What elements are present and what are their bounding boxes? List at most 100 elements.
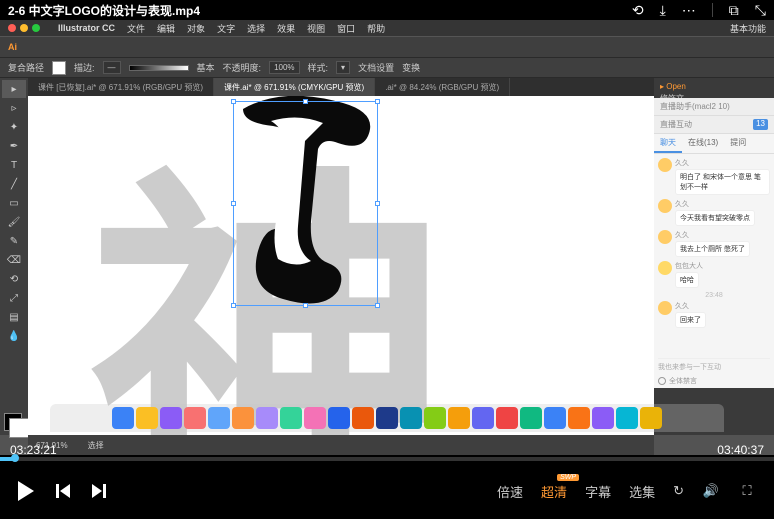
chat-messages: 久久明白了 和宋体一个意思 笔划不一样 久久今天我看有望突破零点 久久我去上个厕… [654, 154, 774, 336]
loop-icon[interactable]: ↻ [673, 483, 684, 499]
dock-app-icon[interactable] [112, 407, 134, 429]
dock-app-icon[interactable] [184, 407, 206, 429]
episode-button[interactable]: 选集 [629, 482, 655, 501]
color-swatches[interactable] [2, 411, 26, 433]
menu-select[interactable]: 选择 [247, 22, 265, 35]
selection-tool[interactable]: ▸ [2, 80, 26, 98]
opacity-value[interactable]: 100% [269, 61, 299, 74]
dock-app-icon[interactable] [520, 407, 542, 429]
dock-app-icon[interactable] [448, 407, 470, 429]
doc-setup-button[interactable]: 文档设置 [358, 61, 394, 74]
dock-app-icon[interactable] [568, 407, 590, 429]
chat-input[interactable]: 我也来参与一下互动 [658, 358, 770, 372]
style-drop[interactable]: ▾ [336, 61, 350, 74]
menu-view[interactable]: 视图 [307, 22, 325, 35]
handle-ml[interactable] [231, 201, 236, 206]
menu-window[interactable]: 窗口 [337, 22, 355, 35]
dock-app-icon[interactable] [304, 407, 326, 429]
pen-tool[interactable]: ✒ [2, 137, 26, 155]
more-icon[interactable]: ⋯ [682, 2, 696, 19]
volume-icon[interactable]: 🔊 [702, 482, 720, 500]
zoom-icon[interactable] [32, 24, 40, 32]
handle-br[interactable] [375, 303, 380, 308]
menu-file[interactable]: 文件 [127, 22, 145, 35]
gradient-tool[interactable]: ▤ [2, 308, 26, 326]
progress-bar[interactable] [0, 457, 774, 461]
next-button[interactable] [92, 484, 106, 498]
dock-app-icon[interactable] [232, 407, 254, 429]
share-icon[interactable]: ⟲ [632, 2, 644, 19]
prev-button[interactable] [56, 484, 70, 498]
rotate-tool[interactable]: ⟲ [2, 270, 26, 288]
doc-tab-3[interactable]: .ai* @ 84.24% (RGB/GPU 预览) [375, 78, 510, 96]
dock-app-icon[interactable] [256, 407, 278, 429]
dock-app-icon[interactable] [592, 407, 614, 429]
play-button[interactable] [18, 481, 34, 501]
menu-object[interactable]: 对象 [187, 22, 205, 35]
fill-swatch[interactable] [52, 61, 66, 75]
dock-app-icon[interactable] [640, 407, 662, 429]
chat-tab-online[interactable]: 在线(13) [682, 134, 724, 153]
handle-tr[interactable] [375, 99, 380, 104]
chat-tab-chat[interactable]: 聊天 [654, 134, 682, 153]
workspace-label[interactable]: 基本功能 [730, 22, 766, 35]
handle-mr[interactable] [375, 201, 380, 206]
time-duration: 03:40:37 [717, 443, 764, 457]
minimize-icon[interactable] [20, 24, 28, 32]
bounding-box[interactable] [233, 101, 378, 306]
chat-mute-row[interactable]: 全体禁言 [658, 376, 697, 386]
eraser-tool[interactable]: ⌫ [2, 251, 26, 269]
close-icon[interactable] [8, 24, 16, 32]
menu-effect[interactable]: 效果 [277, 22, 295, 35]
dock-app-icon[interactable] [472, 407, 494, 429]
direct-select-tool[interactable]: ▹ [2, 99, 26, 117]
scale-tool[interactable]: ⤢ [2, 289, 26, 307]
dock-app-icon[interactable] [496, 407, 518, 429]
brush-tool[interactable]: 🖌 [2, 213, 26, 231]
download-icon[interactable]: ⤓ [660, 2, 666, 19]
handle-bm[interactable] [303, 303, 308, 308]
dock-app-icon[interactable] [616, 407, 638, 429]
doc-tab-2[interactable]: 课件.ai* @ 671.91% (CMYK/GPU 预览) [214, 78, 375, 96]
type-tool[interactable]: T [2, 156, 26, 174]
chat-timestamp: 23:48 [658, 292, 770, 299]
dock-app-icon[interactable] [400, 407, 422, 429]
artboard[interactable]: 神 [28, 96, 654, 435]
stroke-label: 描边: [74, 61, 95, 74]
window-controls[interactable] [8, 24, 40, 32]
transform-button[interactable]: 变换 [402, 61, 420, 74]
dock-app-icon[interactable] [136, 407, 158, 429]
menu-edit[interactable]: 编辑 [157, 22, 175, 35]
stroke-weight[interactable]: — [103, 61, 121, 74]
menu-type[interactable]: 文字 [217, 22, 235, 35]
dock-app-icon[interactable] [328, 407, 350, 429]
handle-tl[interactable] [231, 99, 236, 104]
pip-icon[interactable]: ⧉ [729, 2, 739, 19]
quality-button[interactable]: 超清SWP [541, 482, 567, 501]
progress-handle[interactable] [11, 454, 19, 462]
line-tool[interactable]: ╱ [2, 175, 26, 193]
eyedrop-tool[interactable]: 💧 [2, 327, 26, 345]
doc-tab-1[interactable]: 课件 [已恢复].ai* @ 671.91% (RGB/GPU 预览) [28, 78, 214, 96]
pencil-tool[interactable]: ✎ [2, 232, 26, 250]
speed-button[interactable]: 倍速 [497, 482, 523, 501]
dock-app-icon[interactable] [352, 407, 374, 429]
dock-app-icon[interactable] [160, 407, 182, 429]
subtitle-button[interactable]: 字幕 [585, 482, 611, 501]
basic-slider[interactable] [129, 65, 189, 71]
wand-tool[interactable]: ✦ [2, 118, 26, 136]
ai-app-bar: Ai [0, 36, 774, 58]
fullscreen-icon[interactable]: ⛶ [738, 482, 756, 500]
dock-app-icon[interactable] [208, 407, 230, 429]
dock-app-icon[interactable] [376, 407, 398, 429]
chat-tab-ask[interactable]: 提问 [724, 134, 752, 153]
collapse-icon[interactable]: ⤡ [755, 2, 766, 19]
dock-app-icon[interactable] [424, 407, 446, 429]
rect-tool[interactable]: ▭ [2, 194, 26, 212]
menu-help[interactable]: 帮助 [367, 22, 385, 35]
radio-icon[interactable] [658, 377, 666, 385]
dock-app-icon[interactable] [544, 407, 566, 429]
handle-tm[interactable] [303, 99, 308, 104]
handle-bl[interactable] [231, 303, 236, 308]
dock-app-icon[interactable] [280, 407, 302, 429]
